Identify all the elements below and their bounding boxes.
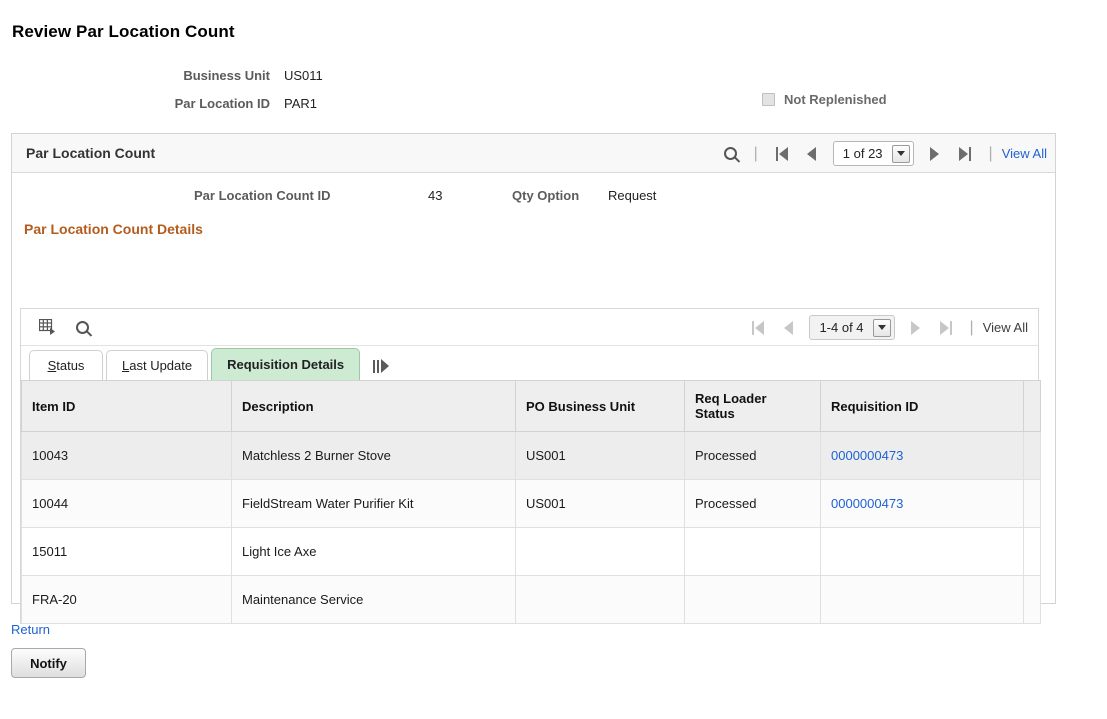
row-counter-select[interactable]: 1-4 of 4 [809,315,895,340]
details-section-title: Par Location Count Details [24,221,203,237]
previous-page-icon[interactable] [797,140,827,168]
grid-download-icon[interactable] [38,318,57,335]
cell-description: Matchless 2 Burner Stove [231,431,516,480]
business-unit-value: US011 [284,68,323,83]
cell-po-business-unit [515,527,685,576]
nav-divider: | [753,144,758,162]
panel-navigation: | 1 of 23 | View All [717,134,1047,173]
cell-spacer [1023,527,1041,576]
row-counter-text: 1-4 of 4 [819,320,864,335]
cell-requisition-id [820,527,1024,576]
table-row: 15011 Light Ice Axe [21,527,1041,576]
par-location-id-field: Par Location ID PAR1 [110,96,317,111]
details-tabstrip: Status Last Update Requisition Details [21,346,1038,380]
table-row: 10043 Matchless 2 Burner Stove US001 Pro… [21,431,1041,480]
show-next-tabs-icon[interactable] [373,359,390,373]
cell-spacer [1023,479,1041,528]
review-par-location-count-page: Review Par Location Count Business Unit U… [0,0,1107,719]
par-location-id-value: PAR1 [284,96,317,111]
business-unit-label: Business Unit [183,68,270,83]
par-location-count-id-value: 43 [428,187,443,203]
page-counter-select[interactable]: 1 of 23 [832,141,914,166]
cell-po-business-unit [515,575,685,624]
cell-req-loader-status: Processed [684,479,821,528]
search-icon[interactable] [717,140,745,168]
grid-toolbar: 1-4 of 4 | View All [21,309,1038,346]
first-page-icon[interactable] [767,140,797,168]
cell-po-business-unit: US001 [515,479,685,528]
column-header-item-id[interactable]: Item ID [21,380,232,432]
table-body: 10043 Matchless 2 Burner Stove US001 Pro… [21,431,1041,624]
tab-requisition-details[interactable]: Requisition Details [211,348,361,380]
nav-divider-2: | [988,144,993,162]
par-location-count-id-label: Par Location Count ID [194,187,331,203]
req-loader-status-line2: Status [695,406,735,421]
requisition-details-table: Item ID Description PO Business Unit Req… [21,380,1041,624]
panel-title: Par Location Count [26,145,156,161]
next-row-icon[interactable] [901,314,931,342]
cell-item-id: 10043 [21,431,232,480]
previous-row-icon[interactable] [773,314,803,342]
table-header-row: Item ID Description PO Business Unit Req… [21,380,1041,432]
qty-option-value: Request [608,187,657,203]
grid-navigation: 1-4 of 4 | View All [743,309,1028,346]
requisition-id-link[interactable]: 0000000473 [831,496,903,511]
cell-description: Light Ice Axe [231,527,516,576]
cell-description: Maintenance Service [231,575,516,624]
return-link[interactable]: Return [11,622,50,637]
grid-nav-divider: | [969,318,974,336]
last-row-icon[interactable] [931,314,961,342]
cell-req-loader-status [684,575,821,624]
chevron-down-icon[interactable] [872,318,891,337]
cell-req-loader-status [684,527,821,576]
cell-requisition-id [820,575,1024,624]
column-header-description[interactable]: Description [231,380,516,432]
next-page-icon[interactable] [920,140,950,168]
page-counter-text: 1 of 23 [842,146,883,161]
grid-view-all-link[interactable]: View All [983,320,1028,335]
not-replenished-label: Not Replenished [784,92,887,107]
tab-status[interactable]: Status [29,350,103,380]
business-unit-field: Business Unit US011 [110,68,323,83]
column-header-req-loader-status[interactable]: Req Loader Status [684,380,821,432]
last-page-icon[interactable] [950,140,980,168]
par-location-id-label: Par Location ID [174,96,270,111]
grid-toolbar-icons [38,318,91,336]
search-icon[interactable] [73,318,91,336]
par-location-count-panel-header: Par Location Count | 1 of 23 | View All [12,134,1055,173]
view-all-link[interactable]: View All [1002,146,1047,161]
not-replenished-checkbox[interactable] [762,93,775,106]
table-row: FRA-20 Maintenance Service [21,575,1041,624]
notify-button[interactable]: Notify [11,648,86,678]
panel-body: Par Location Count ID 43 Qty Option Requ… [12,173,1055,624]
cell-spacer [1023,431,1041,480]
par-location-count-details-grid: 1-4 of 4 | View All Status Last Update R… [20,308,1041,624]
cell-item-id: 10044 [21,479,232,528]
chevron-down-icon[interactable] [891,144,910,163]
cell-item-id: FRA-20 [21,575,232,624]
cell-item-id: 15011 [21,527,232,576]
cell-description: FieldStream Water Purifier Kit [231,479,516,528]
not-replenished-checkbox-group[interactable]: Not Replenished [762,92,887,107]
tab-last-update[interactable]: Last Update [106,350,209,380]
column-header-po-business-unit[interactable]: PO Business Unit [515,380,685,432]
cell-po-business-unit: US001 [515,431,685,480]
req-loader-status-line1: Req Loader [695,391,767,406]
cell-req-loader-status: Processed [684,431,821,480]
table-row: 10044 FieldStream Water Purifier Kit US0… [21,479,1041,528]
par-location-count-panel: Par Location Count | 1 of 23 | View All … [11,133,1056,624]
count-id-row: Par Location Count ID 43 Qty Option Requ… [12,173,1055,217]
cell-spacer [1023,575,1041,624]
page-title: Review Par Location Count [12,22,235,41]
cell-requisition-id: 0000000473 [820,431,1024,480]
qty-option-label: Qty Option [512,187,580,203]
first-row-icon[interactable] [743,314,773,342]
column-header-requisition-id[interactable]: Requisition ID [820,380,1024,432]
column-header-spacer [1023,380,1041,432]
cell-requisition-id: 0000000473 [820,479,1024,528]
requisition-id-link[interactable]: 0000000473 [831,448,903,463]
